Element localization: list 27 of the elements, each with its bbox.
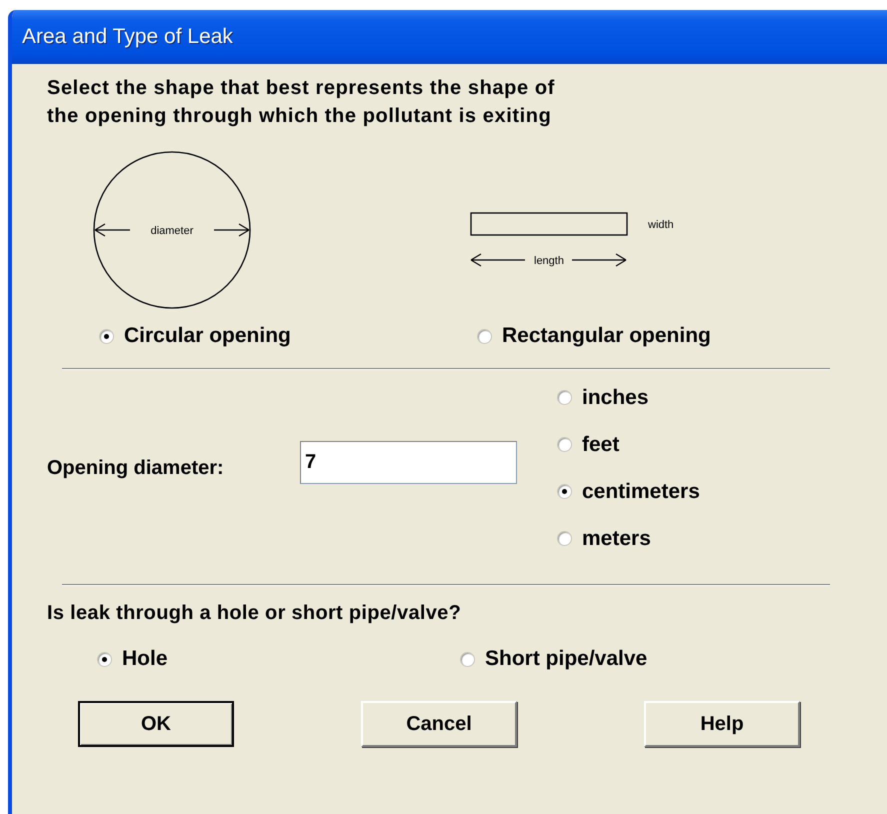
radio-label: feet bbox=[582, 432, 620, 456]
radio-button[interactable] bbox=[557, 437, 572, 452]
radio-button[interactable] bbox=[97, 652, 112, 666]
dimension-label: diameter bbox=[150, 225, 194, 237]
input-field[interactable]: 7 bbox=[300, 440, 517, 484]
radio-label: centimeters bbox=[582, 480, 700, 504]
radio-button[interactable] bbox=[99, 328, 114, 344]
dialog-button[interactable]: OK bbox=[78, 701, 234, 747]
dimension-label: width bbox=[648, 219, 674, 231]
radio-label: inches bbox=[582, 386, 649, 410]
radio-label: meters bbox=[582, 526, 651, 550]
radio-button[interactable] bbox=[477, 328, 492, 344]
radio-button[interactable] bbox=[557, 390, 572, 405]
dialog-button[interactable]: Help bbox=[644, 701, 800, 747]
radio-label: Rectangular opening bbox=[502, 324, 711, 348]
radio-button[interactable] bbox=[557, 484, 572, 499]
field-label: Opening diameter: bbox=[47, 456, 225, 480]
radio-label: Short pipe/valve bbox=[485, 647, 648, 671]
radio-button[interactable] bbox=[557, 531, 572, 546]
radio-label: Hole bbox=[122, 647, 168, 671]
question-text: Is leak through a hole or short pipe/valve? bbox=[47, 602, 462, 625]
instruction-text: Select the shape that best represents the shape of the opening through which the pollutant is exiting bbox=[47, 76, 556, 129]
dimension-label: length bbox=[534, 255, 564, 267]
radio-label: Circular opening bbox=[124, 324, 291, 348]
window-title: Area and Type of Leak bbox=[22, 25, 233, 49]
dialog-button[interactable]: Cancel bbox=[361, 701, 517, 747]
radio-button[interactable] bbox=[460, 652, 475, 666]
